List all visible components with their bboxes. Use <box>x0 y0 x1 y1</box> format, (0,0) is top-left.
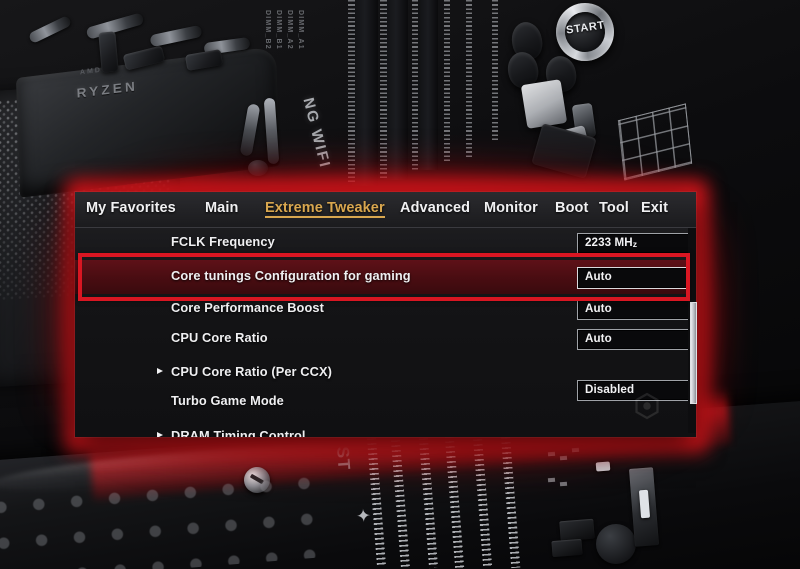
setting-row-cpu-core-ratio[interactable]: CPU Core Ratio Auto <box>75 324 696 354</box>
setting-label: Turbo Game Mode <box>171 393 284 408</box>
screenshot-root: AMD RYZEN DIMM_A1 DIMM_A2 DIMM_B1 DIMM_B… <box>0 0 800 569</box>
ram-slot-pins <box>380 0 387 178</box>
setting-row-turbo-game-mode[interactable]: Turbo Game Mode Disabled <box>75 380 696 417</box>
tab-extreme-tweaker[interactable]: Extreme Tweaker <box>265 200 385 218</box>
setting-label: CPU Core Ratio <box>171 330 268 345</box>
tab-exit[interactable]: Exit <box>641 200 668 216</box>
scrollbar-thumb[interactable] <box>690 302 697 404</box>
dropdown-value: Disabled <box>585 383 635 396</box>
annotation-highlight-rectangle <box>78 253 690 301</box>
dropdown-fclk-frequency[interactable]: 2233 MHz <box>577 233 696 254</box>
board-smd-chip <box>551 538 583 558</box>
dimm-label: DIMM_A1 <box>297 10 304 50</box>
tab-tool[interactable]: Tool <box>599 200 629 216</box>
ram-slot <box>352 0 378 186</box>
bios-panel: My Favorites Main Extreme Tweaker Advanc… <box>75 192 696 437</box>
rog-watermark-icon <box>635 392 659 420</box>
dropdown-value: 2233 MHz <box>585 236 638 249</box>
dimm-label: DIMM_B1 <box>275 10 282 50</box>
submenu-arrow-icon <box>157 432 163 437</box>
board-smd-part <box>559 481 568 487</box>
tab-main[interactable]: Main <box>205 200 238 216</box>
cooler-clip <box>98 31 119 73</box>
tab-boot[interactable]: Boot <box>555 200 588 216</box>
bios-tab-bar: My Favorites Main Extreme Tweaker Advanc… <box>75 192 696 228</box>
dropdown-cpu-core-ratio[interactable]: Auto <box>577 329 696 350</box>
board-capacitor <box>596 524 636 564</box>
ram-slot-pins <box>466 0 472 158</box>
setting-label: DRAM Timing Control <box>171 428 306 437</box>
setting-label: Core Performance Boost <box>171 300 324 315</box>
dimm-label: DIMM_A2 <box>286 10 293 50</box>
ram-slot <box>384 0 408 180</box>
board-smd-chip <box>559 518 595 542</box>
setting-label: FCLK Frequency <box>171 234 275 249</box>
ram-slot <box>418 0 438 170</box>
dimm-label: DIMM_B2 <box>264 10 271 50</box>
submenu-arrow-icon <box>157 368 163 374</box>
tab-advanced[interactable]: Advanced <box>400 200 470 216</box>
ram-slot-pins <box>444 0 450 162</box>
ram-slot-pins <box>492 0 498 140</box>
setting-row-dram-timing-control[interactable]: DRAM Timing Control <box>75 422 696 437</box>
tab-monitor[interactable]: Monitor <box>484 200 538 216</box>
setting-label: CPU Core Ratio (Per CCX) <box>171 364 332 379</box>
ram-slot-pins <box>348 0 355 184</box>
board-white-connector <box>520 79 568 129</box>
dimm-slot-labels: DIMM_A1 DIMM_A2 DIMM_B1 DIMM_B2 <box>216 10 306 90</box>
rog-star-glyph: ✦ <box>355 505 372 527</box>
dropdown-value: Auto <box>585 302 612 315</box>
dropdown-value: Auto <box>585 332 612 345</box>
dropdown-core-performance-boost[interactable]: Auto <box>577 299 696 320</box>
board-smd-part <box>547 477 556 483</box>
tab-my-favorites[interactable]: My Favorites <box>86 200 176 216</box>
